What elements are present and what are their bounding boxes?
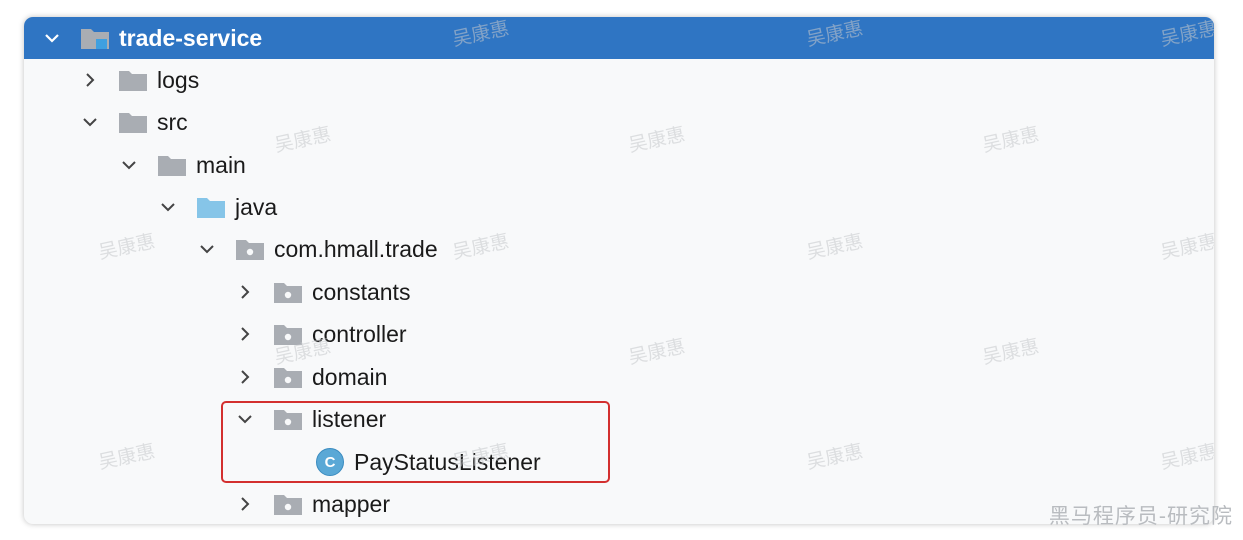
source-folder-icon — [196, 195, 226, 219]
tree-node-label: mapper — [312, 490, 390, 517]
tree-node-label: java — [235, 193, 278, 220]
tree-node-listener[interactable]: listener — [24, 398, 1214, 440]
tree-node-label: trade-service — [119, 24, 263, 51]
chevron-down-icon[interactable] — [119, 155, 139, 175]
chevron-right-icon[interactable] — [235, 324, 255, 344]
tree-node-domain[interactable]: domain — [24, 356, 1214, 398]
chevron-right-icon[interactable] — [235, 282, 255, 302]
chevron-right-icon[interactable] — [235, 367, 255, 387]
chevron-down-icon[interactable] — [42, 28, 62, 48]
package-icon — [235, 237, 265, 261]
module-folder-icon — [80, 26, 110, 50]
tree-node-label: logs — [157, 66, 200, 93]
tree-node-label: src — [157, 108, 188, 135]
tree-node-label: PayStatusListener — [354, 448, 541, 475]
tree-node-label: main — [196, 151, 246, 178]
project-tree-panel: trade-service logs src main java com.hma… — [24, 17, 1214, 524]
tree-node-label: constants — [312, 278, 411, 305]
tree-node-label: com.hmall.trade — [274, 235, 438, 262]
tree-node-label: domain — [312, 363, 388, 390]
chevron-down-icon[interactable] — [197, 239, 217, 259]
chevron-right-icon[interactable] — [80, 70, 100, 90]
tree-node-constants[interactable]: constants — [24, 271, 1214, 313]
chevron-down-icon[interactable] — [80, 112, 100, 132]
folder-icon — [118, 110, 148, 134]
tree-node-trade-service[interactable]: trade-service — [24, 17, 1214, 59]
tree-node-paystatuslistener[interactable]: C PayStatusListener — [24, 441, 1214, 483]
chevron-down-icon[interactable] — [158, 197, 178, 217]
tree-node-java[interactable]: java — [24, 186, 1214, 228]
package-icon — [273, 322, 303, 346]
package-icon — [273, 407, 303, 431]
package-icon — [273, 492, 303, 516]
chevron-right-icon[interactable] — [235, 494, 255, 514]
tree-node-src[interactable]: src — [24, 101, 1214, 143]
package-icon — [273, 365, 303, 389]
tree-node-logs[interactable]: logs — [24, 59, 1214, 101]
tree-node-mapper[interactable]: mapper — [24, 483, 1214, 524]
chevron-down-icon[interactable] — [235, 409, 255, 429]
tree-node-label: controller — [312, 320, 407, 347]
tree-node-controller[interactable]: controller — [24, 313, 1214, 355]
tree-node-com-hmall-trade[interactable]: com.hmall.trade — [24, 228, 1214, 270]
folder-icon — [157, 153, 187, 177]
tree-node-label: listener — [312, 405, 387, 432]
package-icon — [273, 280, 303, 304]
tree-node-main[interactable]: main — [24, 144, 1214, 186]
brand-watermark: 黑马程序员-研究院 — [1048, 504, 1233, 528]
class-icon: C — [316, 448, 344, 476]
folder-icon — [118, 68, 148, 92]
